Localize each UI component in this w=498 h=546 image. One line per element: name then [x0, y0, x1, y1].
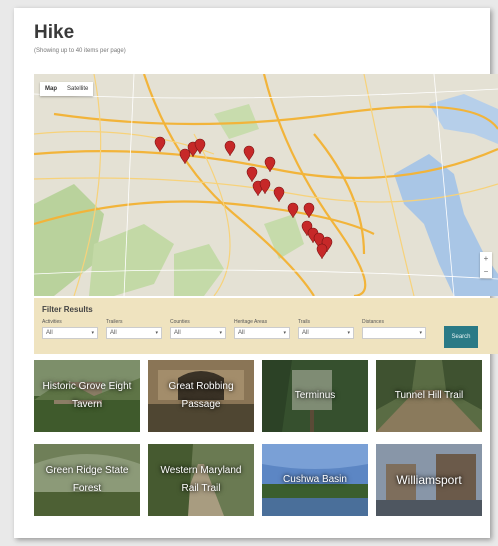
map-tab-satellite[interactable]: Satellite — [62, 82, 93, 96]
trails-select[interactable]: All ▾ — [298, 327, 354, 339]
result-title: Western Maryland Rail Trail — [160, 465, 242, 494]
activities-value: All — [46, 330, 53, 336]
page-subtitle: (Showing up to 40 items per page) — [34, 48, 126, 54]
distances-select[interactable]: ▾ — [362, 327, 426, 339]
counties-select[interactable]: All ▾ — [170, 327, 226, 339]
chevron-down-icon: ▾ — [219, 330, 222, 336]
distances-label: Distances — [362, 319, 384, 325]
result-tile[interactable]: Historic Grove Eight Tavern — [34, 360, 140, 432]
heritage-areas-select[interactable]: All ▾ — [234, 327, 290, 339]
heritage-areas-label: Heritage Areas — [234, 319, 268, 325]
result-tile[interactable]: Great Robbing Passage — [148, 360, 254, 432]
result-tile[interactable]: Terminus — [262, 360, 368, 432]
result-tile[interactable]: Cushwa Basin — [262, 444, 368, 516]
result-title: Great Robbing Passage — [168, 381, 234, 410]
chevron-down-icon: ▾ — [347, 330, 350, 336]
zoom-in-button[interactable]: + — [480, 252, 492, 265]
page-card: Hike (Showing up to 40 items per page) M… — [14, 8, 498, 538]
result-tile[interactable]: Green Ridge State Forest — [34, 444, 140, 516]
result-title: Historic Grove Eight Tavern — [42, 381, 132, 410]
chevron-down-icon: ▾ — [155, 330, 158, 336]
zoom-out-button[interactable]: − — [480, 265, 492, 278]
heritage-areas-value: All — [238, 330, 245, 336]
counties-value: All — [174, 330, 181, 336]
result-title: Cushwa Basin — [283, 474, 347, 485]
result-title: Green Ridge State Forest — [45, 465, 129, 494]
result-tile[interactable]: Tunnel Hill Trail — [376, 360, 482, 432]
activities-label: Activities — [42, 319, 62, 325]
trail-map[interactable]: Map Satellite + − — [34, 74, 498, 296]
map-tab-map[interactable]: Map — [40, 82, 62, 96]
page-title: Hike — [34, 22, 75, 43]
chevron-down-icon: ▾ — [419, 330, 422, 336]
search-button[interactable]: Search — [444, 326, 478, 348]
filter-title: Filter Results — [42, 305, 93, 314]
trails-value: All — [302, 330, 309, 336]
trails-label: Trails — [298, 319, 311, 325]
filter-panel: Filter Results Activities All ▾ Trailers … — [34, 298, 498, 354]
counties-label: Counties — [170, 319, 190, 325]
chevron-down-icon: ▾ — [283, 330, 286, 336]
trailers-select[interactable]: All ▾ — [106, 327, 162, 339]
chevron-down-icon: ▾ — [91, 330, 94, 336]
result-title: Terminus — [294, 390, 336, 401]
trailers-label: Trailers — [106, 319, 123, 325]
result-tile[interactable]: Western Maryland Rail Trail — [148, 444, 254, 516]
result-tile[interactable]: Williamsport — [376, 444, 482, 516]
result-title: Williamsport — [396, 473, 462, 487]
activities-select[interactable]: All ▾ — [42, 327, 98, 339]
zoom-control: + − — [480, 252, 492, 278]
trailers-value: All — [110, 330, 117, 336]
result-title: Tunnel Hill Trail — [394, 390, 464, 401]
map-canvas[interactable] — [34, 74, 498, 296]
map-type-toggle: Map Satellite — [40, 82, 94, 96]
